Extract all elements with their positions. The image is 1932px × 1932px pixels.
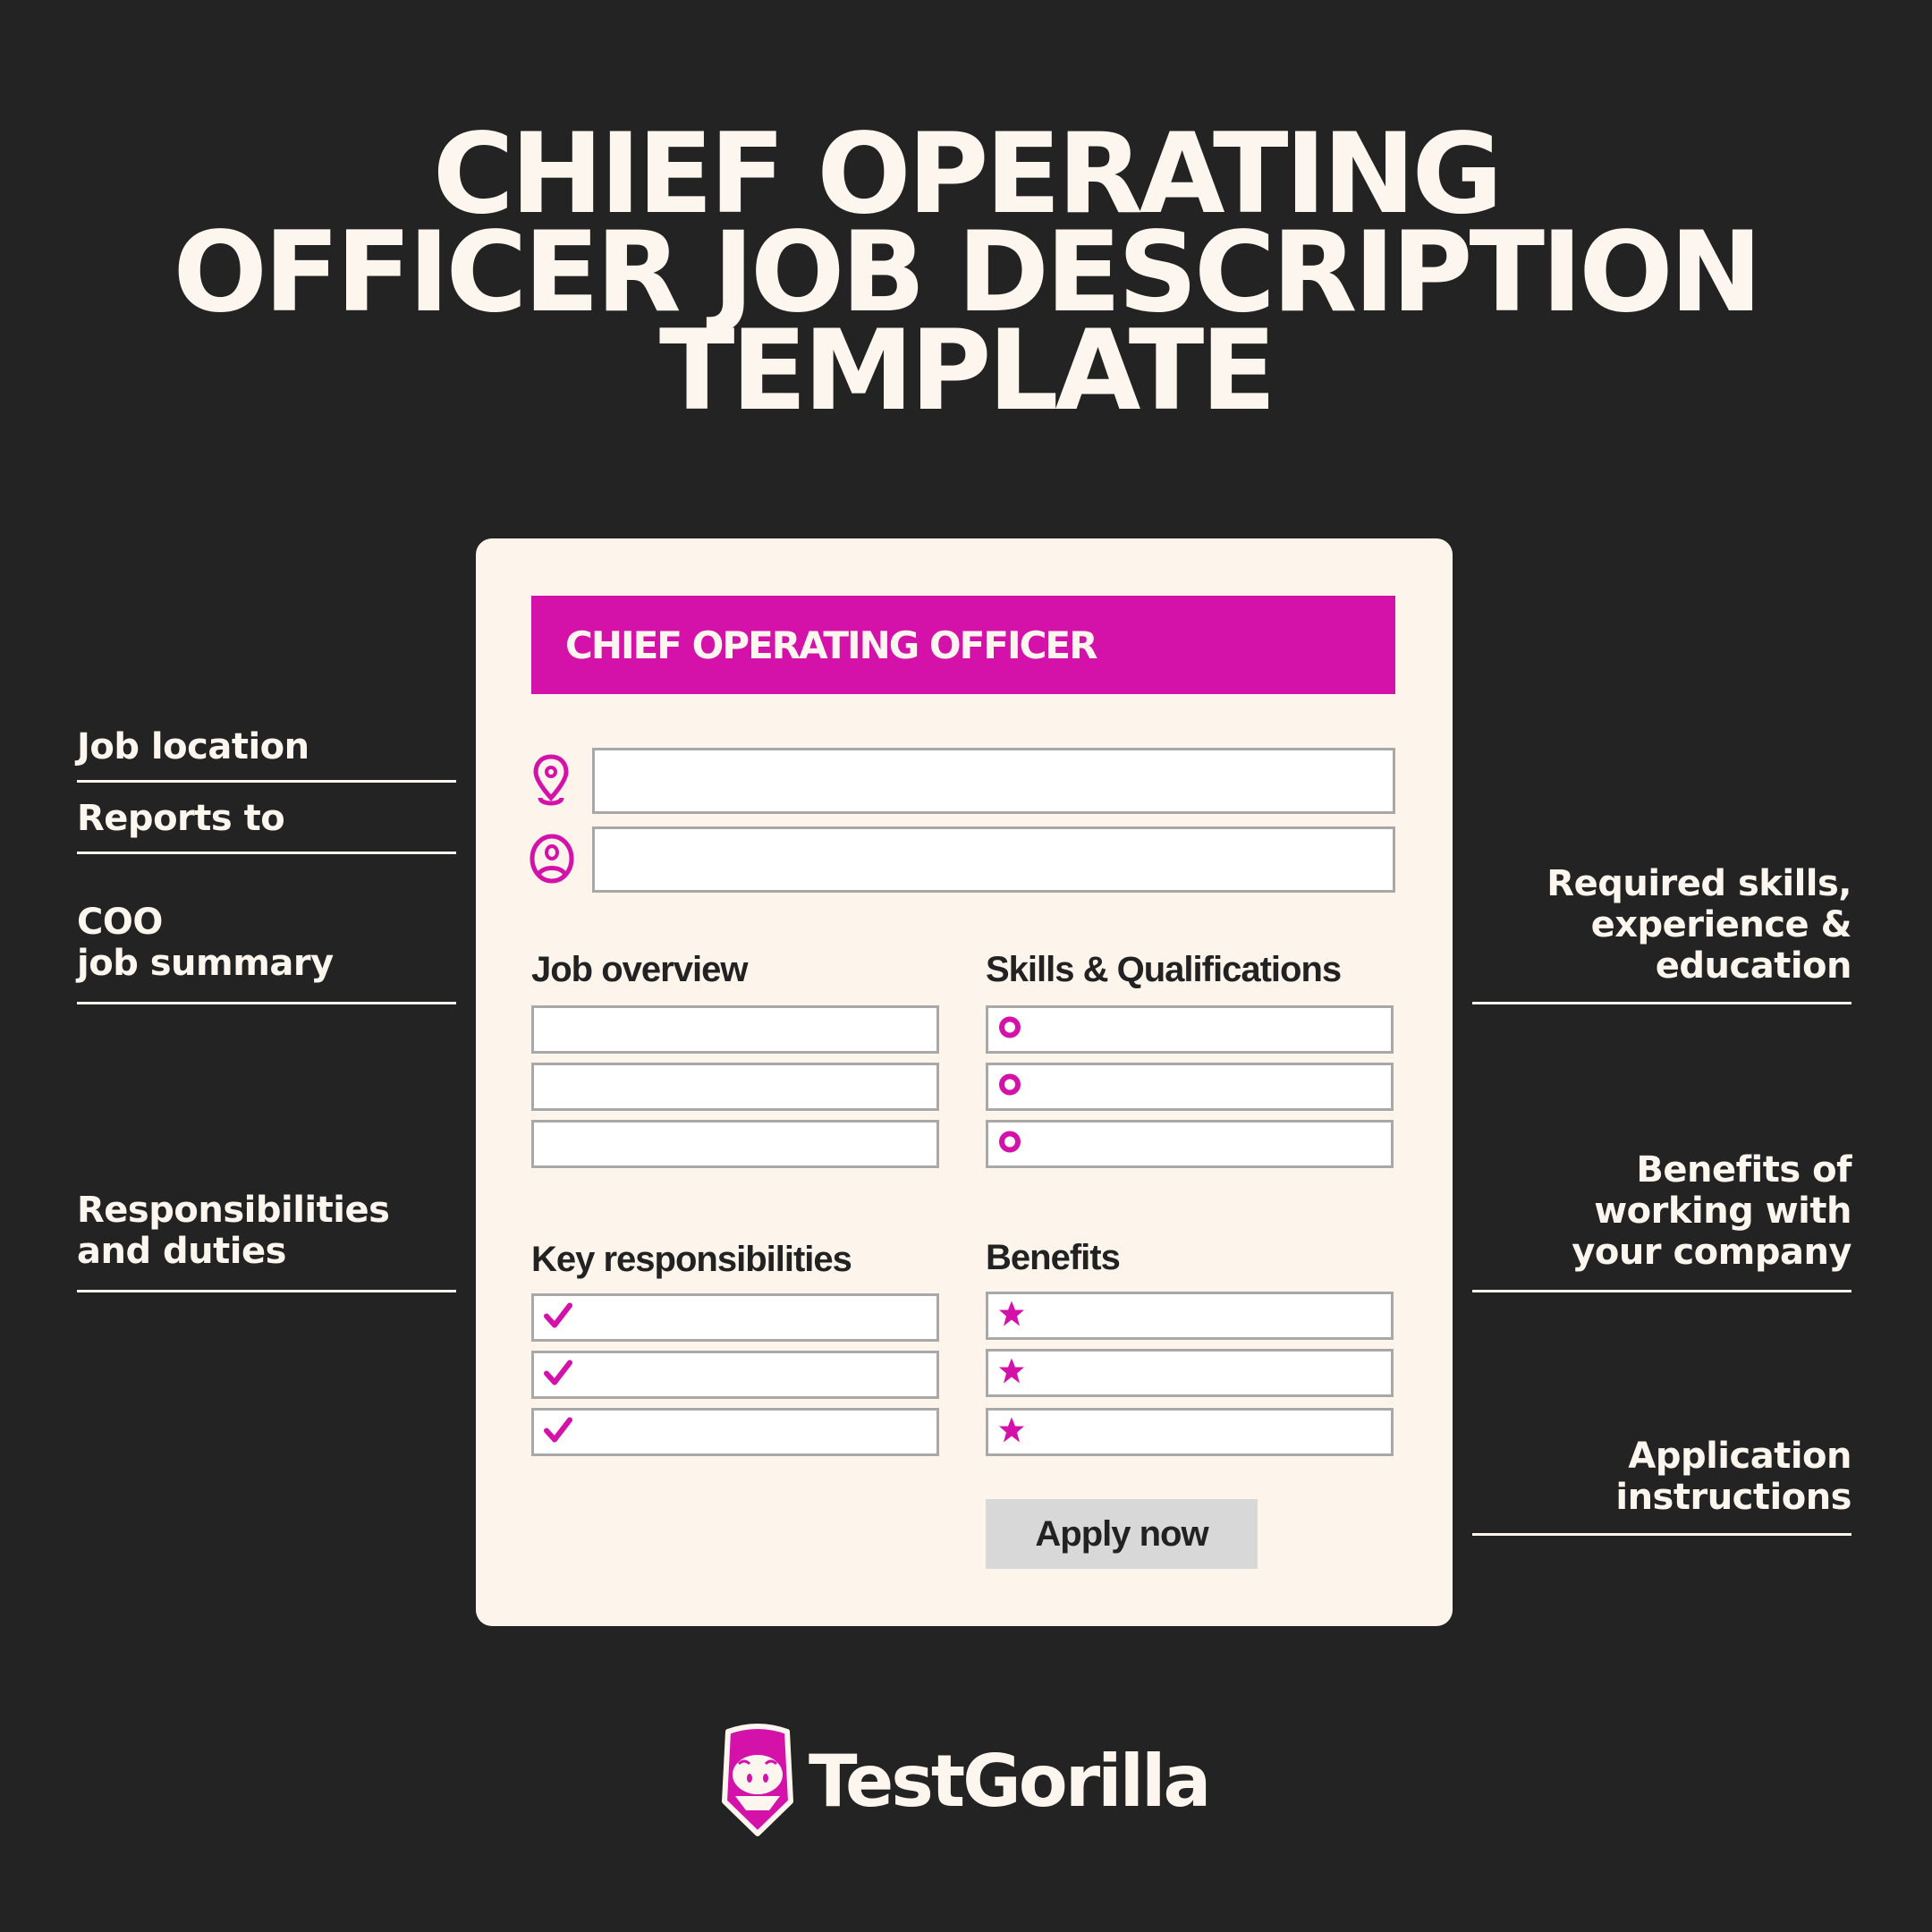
page-title: CHIEF OPERATING OFFICER JOB DESCRIPTION …	[0, 119, 1932, 427]
annotation-line: experience &	[1590, 904, 1852, 945]
checkmark-icon	[543, 1360, 573, 1391]
annotation-divider	[77, 1002, 456, 1004]
annotation-required-skills: Required skills, experience & education	[1472, 863, 1852, 987]
skills-field[interactable]	[986, 1063, 1394, 1111]
star-icon	[997, 1357, 1026, 1390]
brand-name: TestGorilla	[809, 1739, 1211, 1823]
circle-bullet-icon	[997, 1130, 1022, 1159]
job-overview-label: Job overview	[531, 950, 748, 989]
skills-field[interactable]	[986, 1005, 1394, 1054]
annotation-line: your company	[1572, 1232, 1852, 1273]
job-overview-field[interactable]	[531, 1063, 939, 1111]
annotation-divider	[77, 852, 456, 854]
annotation-divider	[77, 780, 456, 783]
annotation-line: job summary	[77, 943, 334, 984]
checkmark-icon	[543, 1302, 573, 1334]
star-icon	[997, 1416, 1026, 1449]
annotation-divider	[1472, 1533, 1852, 1536]
annotation-line: education	[1655, 945, 1852, 987]
job-description-card: CHIEF OPERATING OFFICER Job overview Ski…	[476, 538, 1453, 1626]
circle-bullet-icon	[997, 1015, 1022, 1045]
job-overview-field[interactable]	[531, 1120, 939, 1168]
key-responsibilities-label: Key responsibilities	[531, 1240, 852, 1279]
annotation-line: COO	[77, 902, 163, 943]
skills-field[interactable]	[986, 1120, 1394, 1168]
job-title: CHIEF OPERATING OFFICER	[565, 623, 1097, 667]
gorilla-icon	[719, 1721, 796, 1842]
annotation-divider	[1472, 1002, 1852, 1004]
job-title-banner: CHIEF OPERATING OFFICER	[531, 596, 1395, 694]
benefit-field[interactable]	[986, 1349, 1394, 1397]
annotation-coo-summary: COO job summary	[77, 902, 456, 984]
annotation-reports-to: Reports to	[77, 798, 285, 839]
annotation-line: Application	[1628, 1436, 1852, 1477]
annotation-responsibilities: Responsibilities and duties	[77, 1190, 456, 1272]
reports-to-field[interactable]	[592, 826, 1395, 893]
responsibility-field[interactable]	[531, 1293, 939, 1342]
annotation-line: instructions	[1615, 1477, 1852, 1518]
job-location-field[interactable]	[592, 748, 1395, 814]
benefits-label: Benefits	[986, 1238, 1121, 1277]
skills-label: Skills & Qualifications	[986, 950, 1342, 989]
annotation-line: Benefits of	[1636, 1149, 1852, 1191]
annotation-divider	[77, 1290, 456, 1292]
circle-bullet-icon	[997, 1072, 1022, 1102]
annotation-line: and duties	[77, 1231, 286, 1272]
responsibility-field[interactable]	[531, 1408, 939, 1456]
testgorilla-logo: TestGorilla	[719, 1721, 1211, 1842]
annotation-line: working with	[1594, 1191, 1852, 1232]
annotation-divider	[1472, 1290, 1852, 1292]
location-pin-icon	[531, 753, 571, 813]
star-icon	[997, 1300, 1026, 1333]
apply-now-button[interactable]: Apply now	[986, 1499, 1258, 1569]
benefit-field[interactable]	[986, 1292, 1394, 1340]
benefit-field[interactable]	[986, 1408, 1394, 1456]
job-overview-field[interactable]	[531, 1005, 939, 1054]
annotation-line: Responsibilities	[77, 1190, 390, 1231]
annotation-benefits: Benefits of working with your company	[1472, 1149, 1852, 1273]
annotation-line: Required skills,	[1546, 863, 1852, 904]
responsibility-field[interactable]	[531, 1351, 939, 1399]
annotation-job-location: Job location	[77, 726, 309, 767]
annotation-application: Application instructions	[1472, 1436, 1852, 1518]
checkmark-icon	[543, 1417, 573, 1448]
user-circle-icon	[530, 834, 574, 888]
